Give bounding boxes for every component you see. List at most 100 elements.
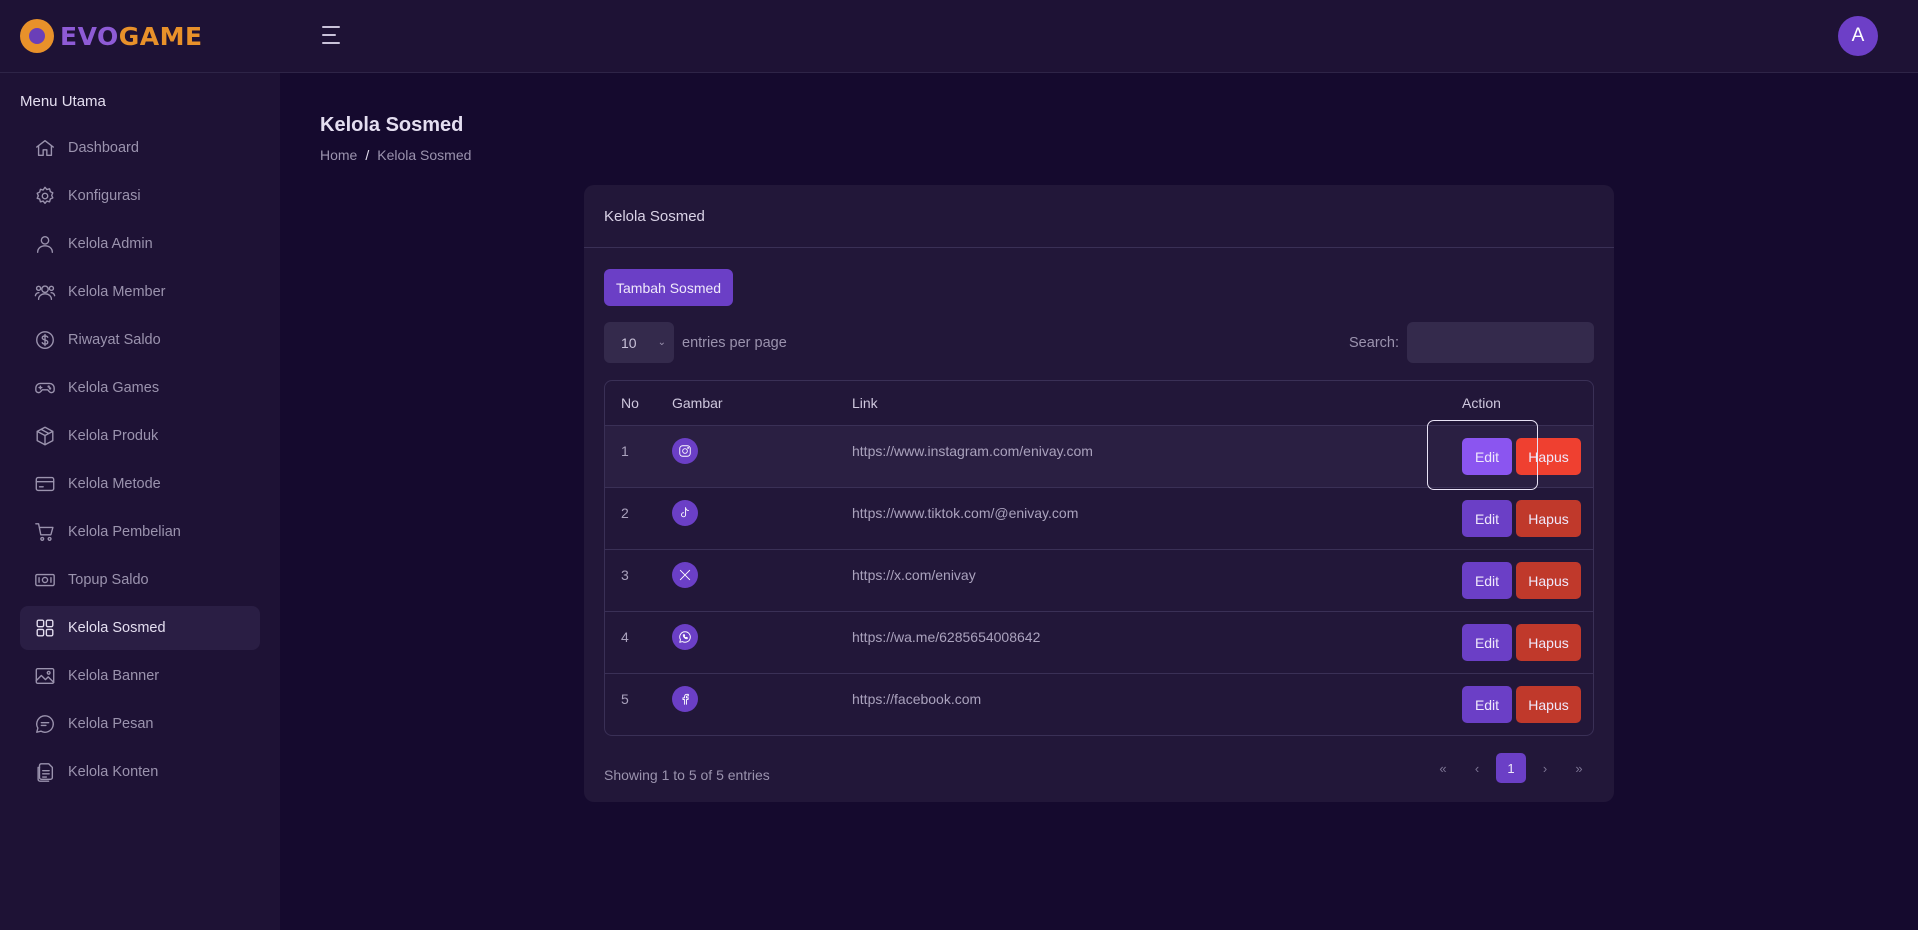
sidebar-menu: Dashboard Konfigurasi Kelola Admin Kelol…: [20, 126, 260, 798]
table-row: 2 https://www.tiktok.com/@enivay.com Edi…: [605, 488, 1593, 550]
row-number: 4: [621, 629, 629, 645]
sidebar: Menu Utama Dashboard Konfigurasi Kelola …: [0, 73, 280, 930]
whatsapp-icon: [672, 624, 698, 650]
home-icon: [36, 139, 54, 157]
sidebar-item-kelola-games[interactable]: Kelola Games: [20, 366, 260, 410]
pagination-first[interactable]: «: [1428, 753, 1458, 783]
sidebar-item-label: Kelola Metode: [68, 476, 161, 492]
sidebar-item-dashboard[interactable]: Dashboard: [20, 126, 260, 170]
row-link: https://www.tiktok.com/@enivay.com: [852, 505, 1079, 521]
hamburger-menu-icon[interactable]: [322, 26, 340, 44]
delete-button[interactable]: Hapus: [1516, 624, 1581, 661]
edit-button[interactable]: Edit: [1462, 500, 1512, 537]
sidebar-item-kelola-admin[interactable]: Kelola Admin: [20, 222, 260, 266]
sidebar-item-label: Kelola Admin: [68, 236, 153, 252]
entries-select[interactable]: 10 ⌄: [604, 322, 674, 363]
logo-text-game: GAME: [118, 21, 203, 51]
delete-button[interactable]: Hapus: [1516, 562, 1581, 599]
entries-label: entries per page: [682, 334, 787, 351]
sidebar-item-kelola-pesan[interactable]: Kelola Pesan: [20, 702, 260, 746]
sidebar-item-kelola-member[interactable]: Kelola Member: [20, 270, 260, 314]
sidebar-item-label: Kelola Pembelian: [68, 524, 181, 540]
row-number: 2: [621, 505, 629, 521]
sidebar-item-topup-saldo[interactable]: Topup Saldo: [20, 558, 260, 602]
column-header-link[interactable]: Link: [852, 395, 1462, 411]
instagram-icon: [672, 438, 698, 464]
column-header-action[interactable]: Action: [1462, 395, 1593, 411]
sosmed-card: Kelola Sosmed Tambah Sosmed 10 ⌄ entries…: [584, 185, 1614, 802]
entries-info: Showing 1 to 5 of 5 entries: [604, 767, 770, 783]
column-header-no[interactable]: No: [605, 395, 672, 411]
card-title: Kelola Sosmed: [584, 185, 1614, 248]
page-title: Kelola Sosmed: [320, 114, 464, 136]
facebook-icon: [672, 686, 698, 712]
table-row: 1 https://www.instagram.com/enivay.com E…: [605, 426, 1593, 488]
row-link: https://facebook.com: [852, 691, 982, 707]
cart-icon: [35, 523, 54, 541]
edit-button[interactable]: Edit: [1462, 562, 1512, 599]
image-icon: [35, 667, 55, 685]
edit-button[interactable]: Edit: [1462, 438, 1512, 475]
message-icon: [36, 715, 54, 733]
sidebar-item-kelola-metode[interactable]: Kelola Metode: [20, 462, 260, 506]
logo-icon: [20, 19, 54, 53]
sidebar-item-kelola-sosmed[interactable]: Kelola Sosmed: [20, 606, 260, 650]
sidebar-item-kelola-pembelian[interactable]: Kelola Pembelian: [20, 510, 260, 554]
x-icon: [672, 562, 698, 588]
sidebar-item-label: Kelola Games: [68, 380, 160, 396]
cash-icon: [35, 573, 55, 587]
table-row: 4 https://wa.me/6285654008642 Edit Hapus: [605, 612, 1593, 674]
edit-button[interactable]: Edit: [1462, 624, 1512, 661]
edit-button[interactable]: Edit: [1462, 686, 1512, 723]
document-icon: [37, 763, 54, 782]
add-sosmed-button[interactable]: Tambah Sosmed: [604, 269, 734, 306]
logo-text: EVOGAME: [60, 22, 203, 51]
top-bar: EVOGAME A: [0, 0, 1918, 73]
user-avatar[interactable]: A: [1838, 16, 1878, 56]
user-icon: [36, 235, 54, 253]
sidebar-item-kelola-konten[interactable]: Kelola Konten: [20, 750, 260, 794]
pagination-last[interactable]: »: [1564, 753, 1594, 783]
tiktok-icon: [672, 500, 698, 526]
gamepad-icon: [35, 382, 55, 394]
search-input[interactable]: [1407, 322, 1594, 363]
breadcrumb-separator: /: [365, 147, 370, 163]
delete-button[interactable]: Hapus: [1516, 438, 1581, 475]
sidebar-item-label: Konfigurasi: [68, 188, 141, 204]
sosmed-table: No Gambar Link Action 1 https://www.inst…: [604, 380, 1594, 736]
sidebar-item-label: Kelola Member: [68, 284, 166, 300]
sidebar-item-label: Kelola Konten: [68, 764, 159, 780]
sidebar-item-riwayat-saldo[interactable]: Riwayat Saldo: [20, 318, 260, 362]
entries-per-page: 10 ⌄ entries per page: [604, 322, 787, 363]
row-actions: Edit Hapus: [1462, 550, 1593, 599]
row-link: https://www.instagram.com/enivay.com: [852, 443, 1093, 459]
sidebar-item-konfigurasi[interactable]: Konfigurasi: [20, 174, 260, 218]
pagination-next[interactable]: ›: [1530, 753, 1560, 783]
grid-icon: [36, 619, 54, 637]
table-row: 5 https://facebook.com Edit Hapus: [605, 674, 1593, 735]
sidebar-item-kelola-produk[interactable]: Kelola Produk: [20, 414, 260, 458]
row-link: https://wa.me/6285654008642: [852, 629, 1041, 645]
sidebar-item-kelola-banner[interactable]: Kelola Banner: [20, 654, 260, 698]
table-row: 3 https://x.com/enivay Edit Hapus: [605, 550, 1593, 612]
users-icon: [34, 285, 56, 301]
table-header: No Gambar Link Action: [605, 381, 1593, 426]
logo-text-evo: EVO: [60, 21, 119, 51]
pagination-page-1[interactable]: 1: [1496, 753, 1526, 783]
logo[interactable]: EVOGAME: [20, 18, 203, 54]
delete-button[interactable]: Hapus: [1516, 686, 1581, 723]
row-actions: Edit Hapus: [1462, 612, 1593, 661]
delete-button[interactable]: Hapus: [1516, 500, 1581, 537]
row-actions: Edit Hapus: [1462, 426, 1593, 475]
breadcrumb: Home / Kelola Sosmed: [320, 147, 471, 163]
sidebar-heading: Menu Utama: [20, 93, 106, 110]
box-icon: [36, 426, 54, 446]
column-header-image[interactable]: Gambar: [672, 395, 852, 411]
row-number: 3: [621, 567, 629, 583]
search-label: Search:: [1349, 334, 1399, 351]
card-icon: [35, 476, 55, 492]
breadcrumb-home[interactable]: Home: [320, 147, 357, 163]
pagination-prev[interactable]: ‹: [1462, 753, 1492, 783]
breadcrumb-current: Kelola Sosmed: [377, 147, 472, 163]
row-actions: Edit Hapus: [1462, 488, 1593, 537]
